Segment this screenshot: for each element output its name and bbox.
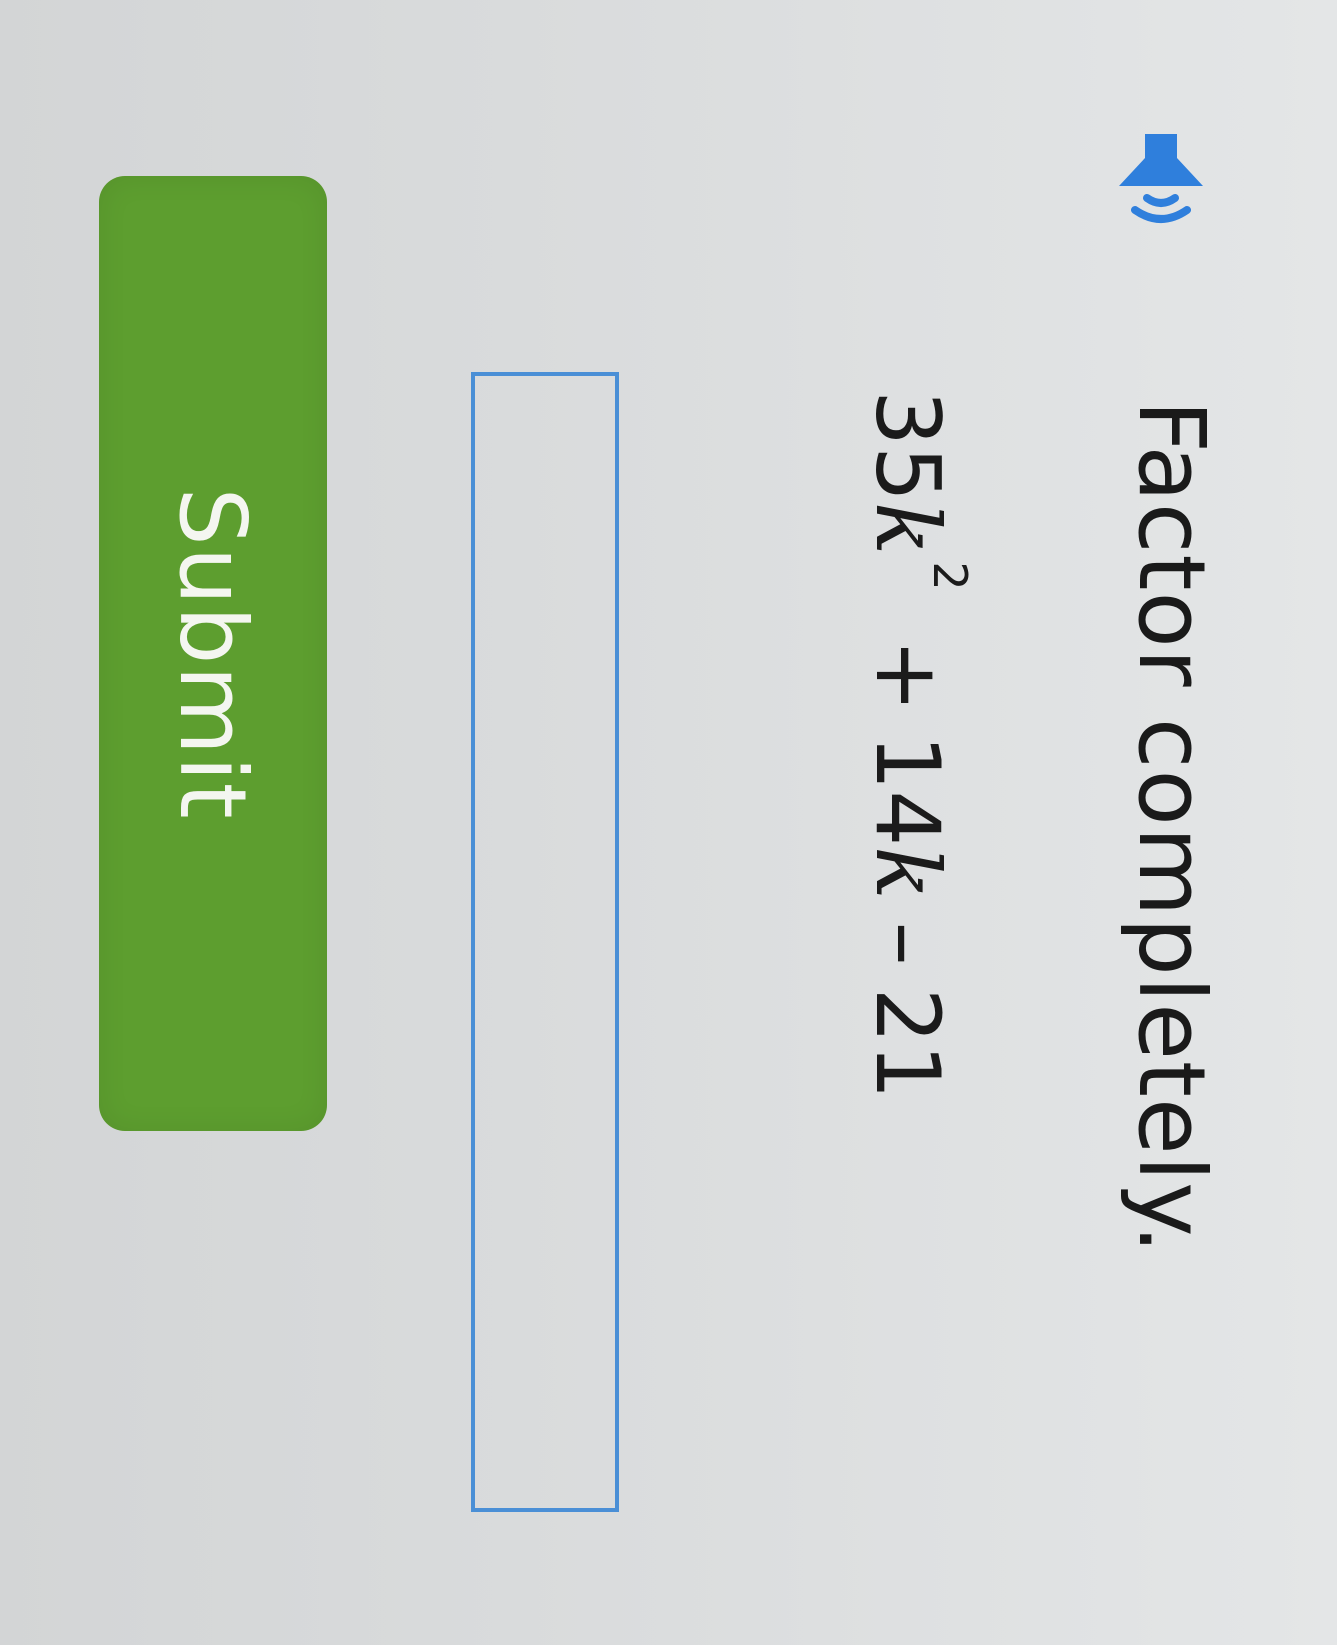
- expression-term-1: 35k 2: [856, 390, 977, 617]
- operator-minus: –: [856, 921, 959, 966]
- submit-button[interactable]: Submit: [99, 176, 327, 1131]
- term-1-coefficient: 35: [856, 390, 959, 502]
- term-2-coefficient: 14: [856, 734, 959, 847]
- question-prompt: Factor completely.: [1118, 400, 1225, 1255]
- answer-input[interactable]: [471, 372, 619, 1512]
- question-panel: Factor completely. 35k2+14k–21 Submit: [0, 0, 1337, 1645]
- term-1-exponent: 2: [923, 561, 977, 591]
- speaker-icon[interactable]: [1111, 128, 1211, 238]
- term-1-variable: k: [856, 501, 959, 556]
- expression-term-2: 14k: [856, 734, 959, 899]
- expression-term-3: 21: [856, 987, 959, 1100]
- term-2-variable: k: [856, 846, 959, 900]
- operator-plus: +: [856, 638, 959, 713]
- math-expression: 35k2+14k–21: [856, 390, 977, 1100]
